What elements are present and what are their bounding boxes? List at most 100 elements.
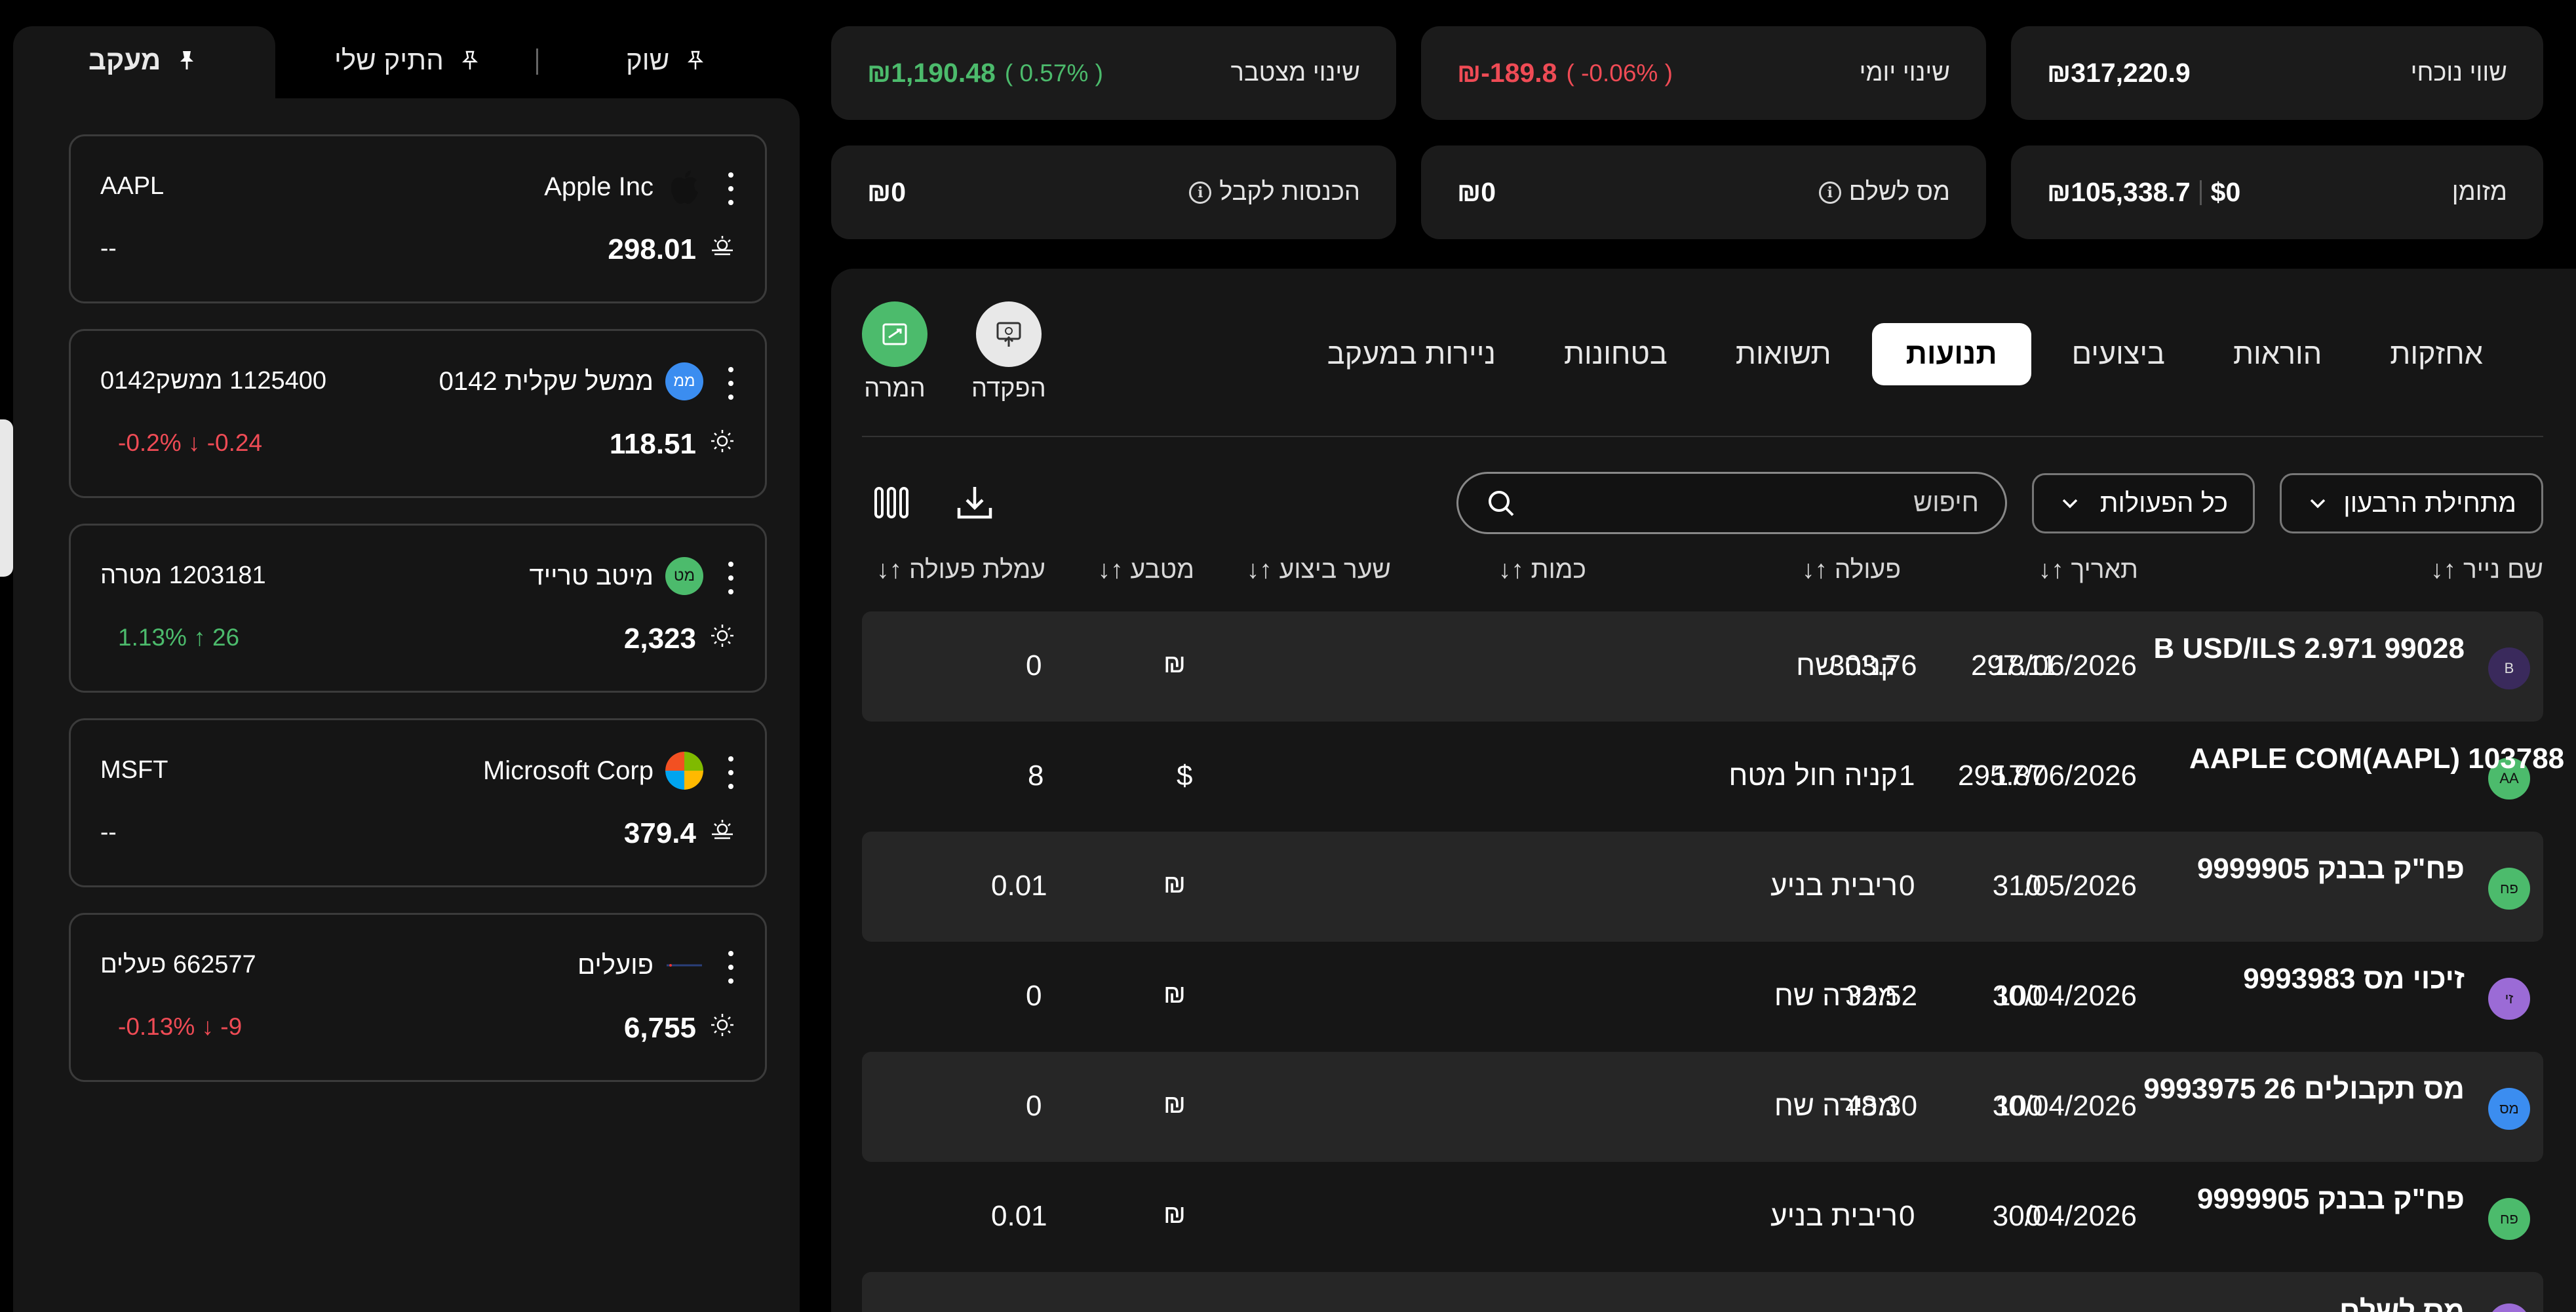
info-icon[interactable]: i [1818, 181, 1841, 204]
table-row[interactable]: מס מס תקבולים 26 9993975 30/04/2026 מכיר… [862, 1052, 2543, 1162]
cell-currency: ₪ [1163, 649, 1186, 678]
pin-icon [180, 51, 194, 69]
stock-change: -- [100, 235, 117, 261]
daily-change-label: שינוי יומי [1859, 59, 1950, 87]
cell-name: זיכוי מס 9993983 [2243, 963, 2465, 995]
more-options-icon[interactable] [724, 756, 737, 789]
columns-icon[interactable] [872, 482, 911, 527]
more-options-icon[interactable] [724, 951, 737, 984]
watchlist-card[interactable]: פועלים 662577 פעלים 6,755 -0.13% ↓ -9 [69, 913, 767, 1082]
header-quantity[interactable]: כמות ↑↓ [1498, 556, 1586, 585]
cell-date: 30/04/2026 [1992, 1200, 2137, 1232]
header-fee[interactable]: עמלת פעולה ↑↓ [876, 556, 1045, 585]
current-value-label: שווי נוכחי [2410, 59, 2507, 87]
sun-icon [709, 1012, 735, 1041]
period-select[interactable]: מתחילת הרבעון [2280, 473, 2543, 533]
stock-name: מיטב טרייד [529, 562, 654, 590]
table-row[interactable]: פח פח"ק בבנק 9999905 30/04/2026 ריבית בנ… [862, 1162, 2543, 1272]
card-tax-to-pay: מס לשלם i ₪0 [1421, 145, 1986, 239]
stock-price: 298.01 [608, 233, 696, 265]
stock-name: פועלים [577, 951, 654, 980]
more-options-icon[interactable] [724, 367, 737, 400]
sun-icon [709, 428, 735, 457]
table-row[interactable]: זי זיכוי מס 9993983 30/04/2026 מכירה שח … [862, 942, 2543, 1052]
stock-symbol: MSFT [100, 756, 168, 784]
table-row[interactable]: פח פח"ק בבנק 9999905 31/05/2026 ריבית בנ… [862, 832, 2543, 942]
total-change-amount: ₪1,190.48 [867, 58, 996, 88]
card-daily-change: שינוי יומי ₪-189.8 ( -0.06% ) [1421, 26, 1986, 120]
watchlist-card[interactable]: מט מיטב טרייד 1203181 מטרה 2,323 1.13% ↑… [69, 524, 767, 693]
watchlist-card[interactable]: Apple Inc AAPL 298.01 -- [69, 134, 767, 303]
cell-price: 0 [2025, 1200, 2042, 1232]
cell-currency: ₪ [1163, 870, 1186, 898]
side-drawer-handle[interactable] [0, 419, 13, 577]
cash-label: מזומן [2451, 178, 2507, 206]
action-type-select[interactable]: כל הפעולות [2032, 473, 2255, 533]
cell-price: 0 [2025, 870, 2042, 902]
avatar [2488, 1303, 2530, 1312]
tab-holdings[interactable]: אחזקות [2356, 323, 2517, 385]
stock-symbol: AAPL [100, 172, 165, 200]
sunset-icon [709, 233, 735, 263]
stock-price: 379.4 [623, 817, 696, 849]
cell-quantity: 0 [1899, 870, 1915, 902]
deposit-button[interactable]: הפקדה [971, 301, 1046, 403]
more-options-icon[interactable] [724, 172, 737, 205]
panel-divider [862, 436, 2543, 437]
tab-transactions[interactable]: תנועות [1871, 322, 2031, 385]
avatar: זי [2488, 978, 2530, 1020]
deposit-icon [975, 301, 1042, 367]
cell-price: 297.11 [1971, 649, 2058, 682]
tab-performance[interactable]: ביצועים [2038, 323, 2199, 385]
income-value: ₪0 [867, 177, 907, 207]
tab-orders[interactable]: הוראות [2199, 323, 2356, 385]
tab-collateral[interactable]: בטחונות [1530, 323, 1702, 385]
tab-watched-securities[interactable]: ניירות במעקב [1293, 323, 1530, 385]
cell-name: מס לשלם [2339, 1295, 2465, 1312]
table-row[interactable]: AA AAPLE COM(AAPL) 103788 17/06/2026 קני… [862, 722, 2564, 832]
cell-currency: ₪ [1163, 1090, 1186, 1119]
stock-change: -0.13% ↓ -9 [118, 1013, 243, 1040]
header-currency[interactable]: מטבע ↑↓ [1098, 556, 1194, 585]
stock-logo-icon: מט [665, 557, 703, 595]
header-action[interactable]: פעולה ↑↓ [1802, 556, 1901, 585]
stock-name: Apple Inc [544, 172, 654, 201]
stock-price: 118.51 [609, 428, 696, 460]
microsoft-logo-icon [665, 752, 703, 790]
tax-to-pay-text: מס לשלם [1848, 178, 1950, 206]
cell-action: ריבית בניע [1770, 870, 1898, 902]
cell-action: קניה חול מטח [1728, 760, 1898, 792]
tab-watchlist-label: מעקב [88, 45, 161, 75]
cell-quantity: 303.76 [1829, 649, 1917, 682]
stock-symbol: 662577 פעלים [100, 951, 256, 978]
cell-fee: 0 [1026, 980, 1042, 1012]
table-row[interactable]: מס לשלם [862, 1272, 2543, 1312]
watchlist-card[interactable]: Microsoft Corp MSFT 379.4 -- [69, 718, 767, 887]
header-price[interactable]: שער ביצוע ↑↓ [1247, 556, 1391, 585]
tab-returns[interactable]: תשואות [1702, 323, 1865, 385]
current-value: ₪317,220.9 [2047, 58, 2191, 88]
income-label: הכנסות לקבל i [1189, 178, 1360, 206]
stock-change: 1.13% ↑ 26 [118, 624, 240, 651]
total-change-percent: ( 0.57% ) [1004, 59, 1103, 87]
avatar: B [2488, 647, 2530, 689]
header-date[interactable]: תאריך ↑↓ [2039, 556, 2138, 585]
table-row[interactable]: B B USD/ILS 2.971 99028 18/06/2026 קניה … [862, 611, 2543, 722]
more-options-icon[interactable] [724, 562, 737, 594]
watchlist-card[interactable]: ממ ממשל שקלית 0142 1125400 ממשק0142 118.… [69, 329, 767, 498]
tab-watchlist[interactable]: מעקב [88, 45, 200, 76]
info-icon[interactable]: i [1189, 181, 1212, 204]
tax-to-pay-value: ₪0 [1457, 177, 1496, 207]
tab-market[interactable]: שוק [626, 45, 709, 76]
apple-logo-icon [665, 168, 703, 206]
header-name[interactable]: שם נייר ↑↓ [2430, 556, 2543, 585]
convert-icon [862, 301, 927, 367]
cell-date: 31/05/2026 [1992, 870, 2137, 902]
search-input[interactable] [1586, 488, 1979, 518]
search-field[interactable] [1456, 472, 2007, 534]
tab-my-portfolio[interactable]: התיק שלי [334, 45, 483, 76]
convert-button[interactable]: המרה [862, 301, 927, 403]
download-icon[interactable] [954, 482, 996, 527]
avatar: פח [2488, 1198, 2530, 1240]
cell-name: פח"ק בבנק 9999905 [2196, 1183, 2465, 1215]
